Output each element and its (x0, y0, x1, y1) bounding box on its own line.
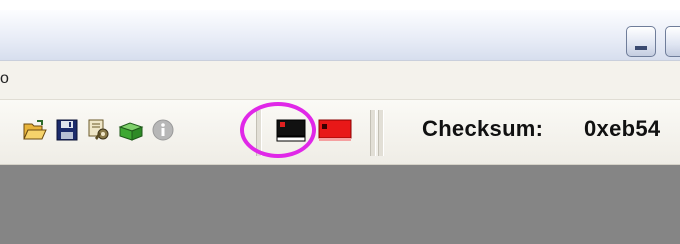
save-icon (56, 119, 78, 141)
checksum-label: Checksum: (422, 116, 544, 141)
minimize-icon (635, 46, 647, 50)
minimize-button[interactable] (626, 26, 656, 57)
open-folder-icon (23, 120, 47, 140)
toolbar: Checksum: 0xeb54 (0, 100, 680, 165)
package-button[interactable] (118, 117, 144, 143)
package-icon (118, 122, 144, 141)
menu-item-partial[interactable]: o (0, 70, 9, 88)
red-board-icon (318, 119, 352, 141)
settings-button[interactable] (86, 117, 112, 143)
toolbar-separator (370, 110, 376, 156)
open-folder-button[interactable] (22, 117, 48, 143)
close-button[interactable] (665, 26, 680, 57)
settings-icon (88, 119, 109, 140)
title-bar (0, 10, 680, 61)
app-window: o Checksum: 0xeb54 (0, 0, 680, 244)
annotation-circle (240, 102, 316, 158)
info-button[interactable] (150, 117, 176, 143)
red-board-button[interactable] (318, 117, 352, 143)
menu-bar: o (0, 61, 680, 100)
checksum-value: 0xeb54 (584, 116, 661, 141)
workspace-area (0, 165, 680, 244)
save-button[interactable] (54, 117, 80, 143)
toolbar-separator (378, 110, 384, 156)
info-icon (152, 119, 174, 141)
